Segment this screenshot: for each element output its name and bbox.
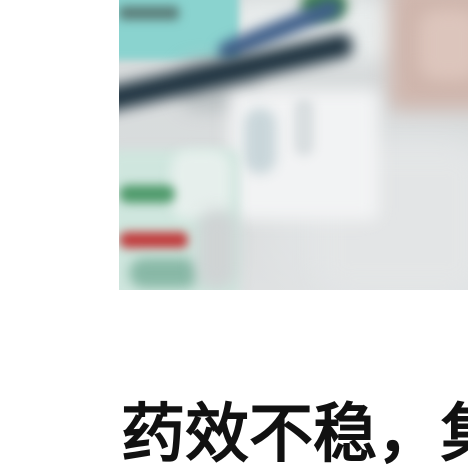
image-region	[129, 258, 199, 288]
image-region	[119, 232, 189, 248]
image-region	[294, 98, 314, 156]
article-page: 药效不稳，集	[0, 0, 468, 468]
image-region	[419, 10, 468, 80]
article-headline: 药效不稳，集	[121, 398, 468, 468]
image-region	[119, 6, 179, 20]
image-region	[119, 185, 175, 203]
image-region	[197, 210, 237, 290]
image-region	[244, 108, 276, 174]
hero-image	[119, 0, 468, 290]
